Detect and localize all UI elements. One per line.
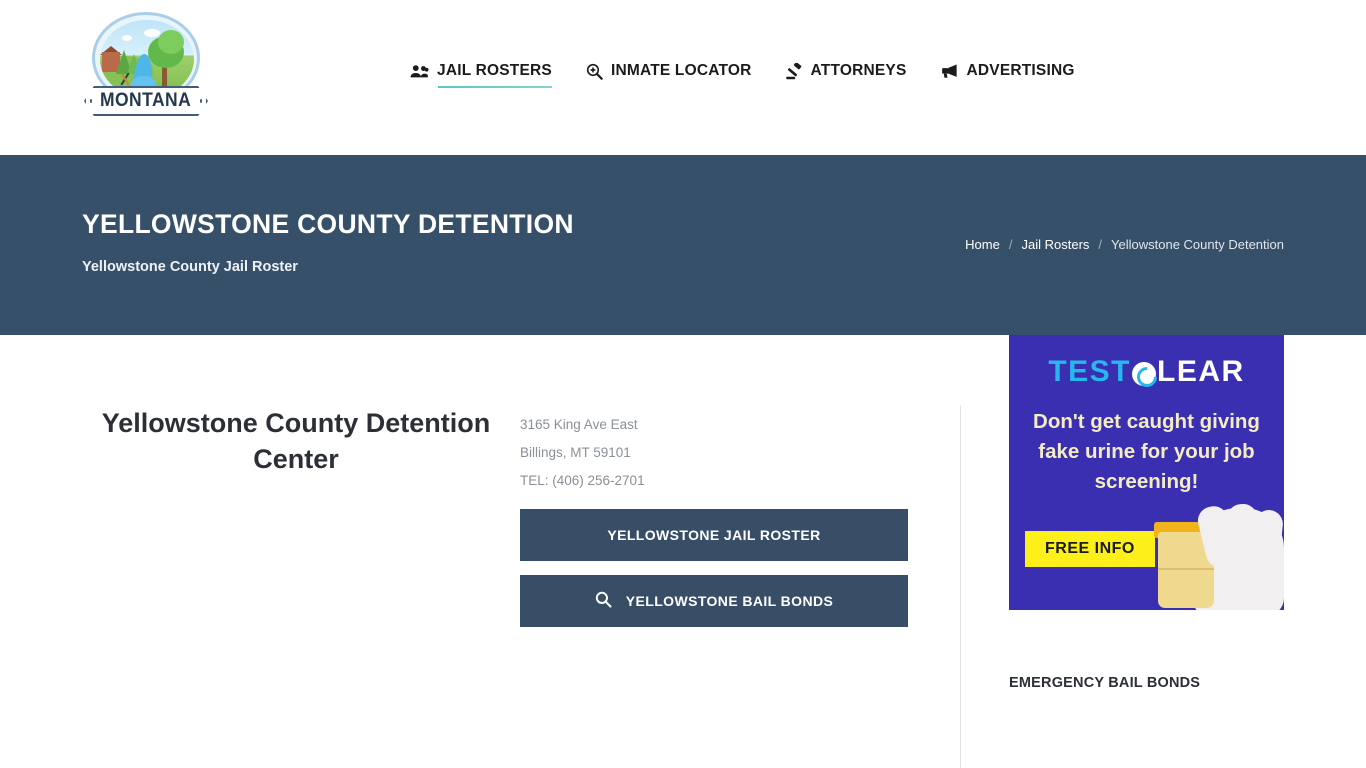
search-plus-icon — [586, 63, 603, 80]
jail-roster-button[interactable]: YELLOWSTONE JAIL ROSTER — [520, 509, 908, 561]
users-icon — [410, 64, 429, 79]
site-header: MONTANA JAIL ROSTERS INMATE LOCATOR ATTO… — [0, 0, 1366, 155]
breadcrumb-current: Yellowstone County Detention — [1111, 237, 1284, 252]
emergency-bail-bonds-heading: EMERGENCY BAIL BONDS — [1009, 675, 1201, 691]
facility-phone: TEL: (406) 256-2701 — [520, 473, 645, 488]
jail-roster-button-label: YELLOWSTONE JAIL ROSTER — [607, 527, 821, 543]
address-line-2: Billings, MT 59101 — [520, 445, 631, 460]
breadcrumb-home[interactable]: Home — [965, 237, 1000, 252]
page-subtitle: Yellowstone County Jail Roster — [82, 259, 298, 275]
bullhorn-icon — [941, 63, 959, 79]
facility-address: 3165 King Ave East Billings, MT 59101 TE… — [520, 411, 645, 495]
content-sidebar-divider — [960, 405, 961, 768]
page-header-band: YELLOWSTONE COUNTY DETENTION Yellowstone… — [0, 155, 1366, 335]
facility-name: Yellowstone County Detention Center — [101, 408, 491, 475]
banner-dot-left — [90, 99, 93, 103]
search-icon — [595, 591, 612, 611]
main-navigation: JAIL ROSTERS INMATE LOCATOR ATTORNEYS AD… — [410, 62, 1075, 88]
site-logo[interactable]: MONTANA — [84, 12, 208, 122]
breadcrumb-separator-1: / — [1008, 237, 1013, 252]
testclear-logo-part1: TEST — [1048, 355, 1131, 388]
bail-bonds-button-label: YELLOWSTONE BAIL BONDS — [625, 593, 834, 609]
logo-wordmark: MONTANA — [100, 90, 192, 111]
nav-label-advertising: ADVERTISING — [966, 62, 1075, 79]
nav-item-jail-rosters[interactable]: JAIL ROSTERS — [410, 62, 552, 88]
testclear-logo: TEST LEAR — [1009, 355, 1284, 389]
breadcrumb-jail-rosters[interactable]: Jail Rosters — [1021, 237, 1089, 252]
nav-item-attorneys[interactable]: ATTORNEYS — [785, 62, 907, 88]
testclear-logo-part2: LEAR — [1157, 355, 1245, 388]
nav-item-advertising[interactable]: ADVERTISING — [941, 62, 1075, 88]
address-line-1: 3165 King Ave East — [520, 417, 638, 432]
nav-item-inmate-locator[interactable]: INMATE LOCATOR — [586, 62, 752, 88]
nav-label-attorneys: ATTORNEYS — [810, 62, 907, 79]
nav-label-inmate-locator: INMATE LOCATOR — [610, 62, 752, 79]
banner-dot-right — [199, 99, 202, 103]
testclear-ad-banner[interactable]: TEST LEAR Don't get caught giving fake u… — [1009, 335, 1284, 610]
page-title: YELLOWSTONE COUNTY DETENTION — [82, 209, 574, 239]
nav-label-jail-rosters: JAIL ROSTERS — [437, 62, 552, 79]
ad-free-info-button[interactable]: FREE INFO — [1025, 531, 1155, 567]
ad-headline: Don't get caught giving fake urine for y… — [1033, 410, 1260, 493]
breadcrumb-separator-2: / — [1098, 237, 1103, 252]
c-circle-logo-icon — [1132, 362, 1156, 386]
bail-bonds-button[interactable]: YELLOWSTONE BAIL BONDS — [520, 575, 908, 627]
breadcrumb: Home / Jail Rosters / Yellowstone County… — [965, 237, 1284, 252]
gloved-hand-holding-urine-cup-image — [1140, 486, 1284, 610]
facility-info-row: Yellowstone County Detention Center 3165… — [57, 335, 933, 627]
gavel-icon — [785, 62, 803, 80]
facility-content-column: Yellowstone County Detention Center 3165… — [57, 335, 933, 627]
sidebar: TEST LEAR Don't get caught giving fake u… — [1009, 335, 1284, 691]
logo-banner: MONTANA — [84, 86, 208, 116]
main-content: Yellowstone County Detention Center 3165… — [0, 335, 1366, 768]
